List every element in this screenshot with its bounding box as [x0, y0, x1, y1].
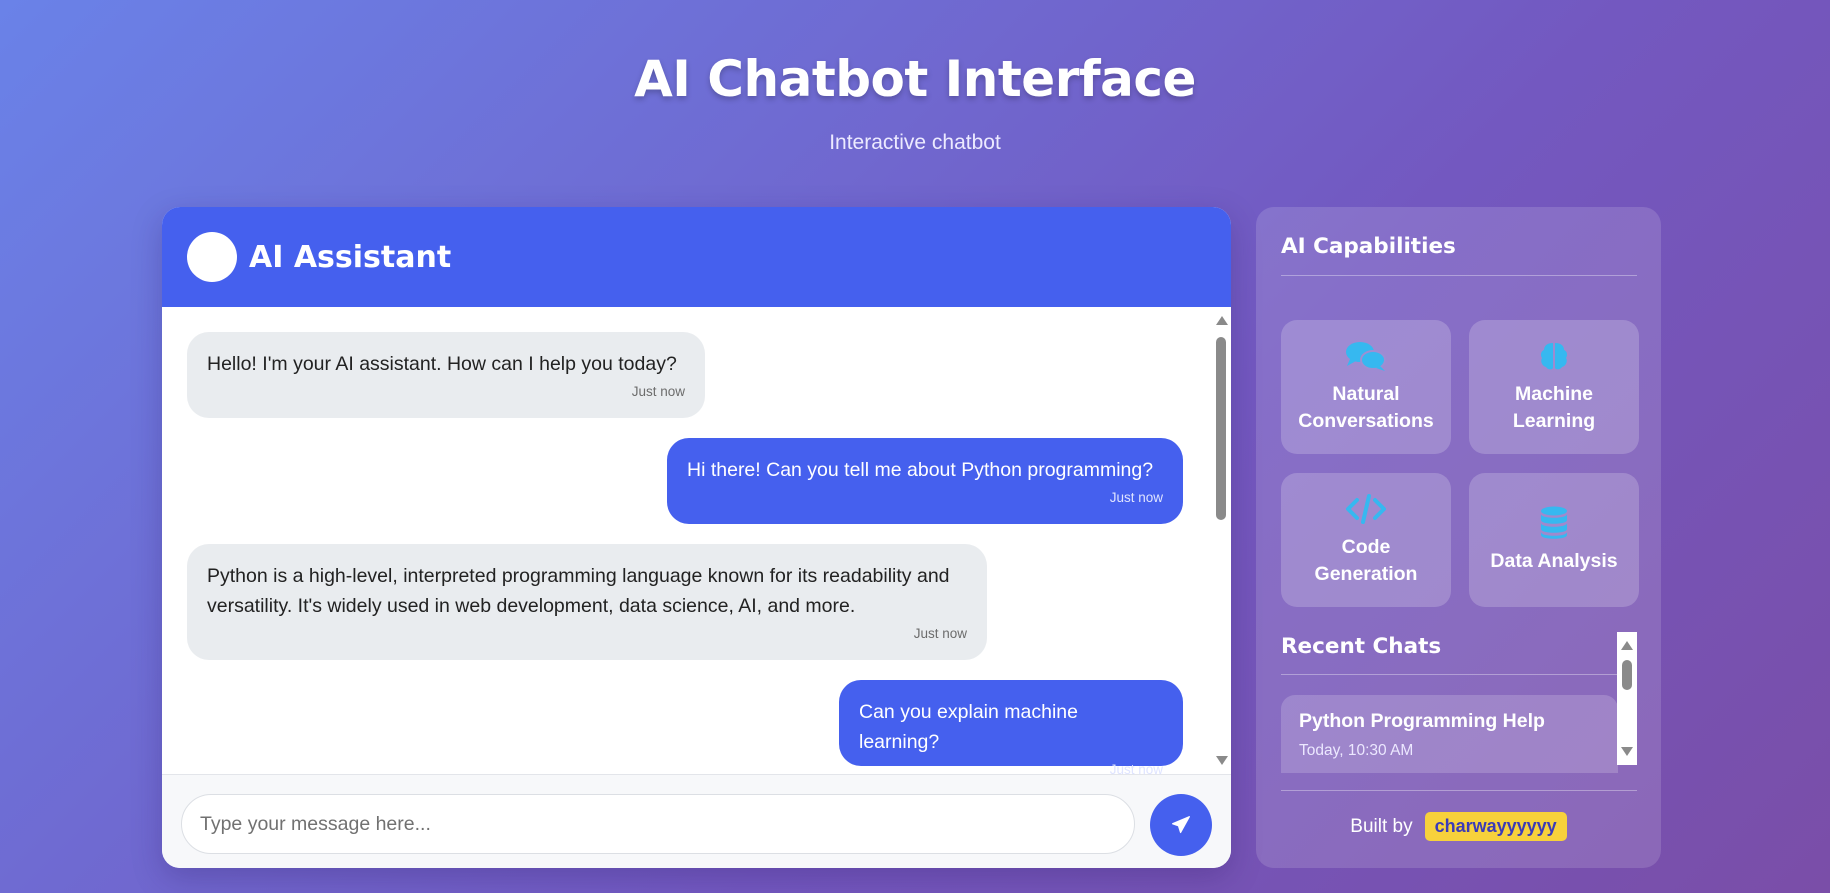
capability-label: Data Analysis	[1490, 549, 1618, 572]
chat-panel: AI Assistant Hello! I'm your AI assistan…	[162, 207, 1231, 868]
brain-icon	[1538, 339, 1570, 373]
built-by: Built by charwayyyyyy	[1256, 812, 1661, 841]
message-time: Just now	[1109, 490, 1163, 505]
recent-chats-list[interactable]: Python Programming Help Today, 10:30 AM	[1281, 695, 1636, 773]
capabilities-title: AI Capabilities	[1281, 234, 1456, 259]
paper-plane-icon	[1172, 816, 1190, 834]
message-text: Hi there! Can you tell me about Python p…	[687, 459, 1154, 481]
capability-code-generation[interactable]: Code Generation	[1281, 473, 1451, 607]
code-icon	[1345, 492, 1387, 526]
recent-chats-scrollbar[interactable]	[1617, 632, 1637, 765]
bot-message: Python is a high-level, interpreted prog…	[187, 544, 987, 660]
user-message: Hi there! Can you tell me about Python p…	[667, 438, 1183, 524]
assistant-name: AI Assistant	[249, 239, 452, 275]
message-scrollbar[interactable]	[1213, 307, 1229, 774]
database-icon	[1540, 506, 1568, 540]
divider	[1281, 275, 1637, 276]
scroll-up-arrow-icon[interactable]	[1216, 316, 1228, 325]
capability-data-analysis[interactable]: Data Analysis	[1469, 473, 1639, 607]
comments-icon	[1345, 339, 1387, 373]
recent-chat-item[interactable]: Python Programming Help Today, 10:30 AM	[1281, 695, 1618, 773]
recent-chat-time: Today, 10:30 AM	[1299, 742, 1414, 759]
capability-natural-conversations[interactable]: Natural Conversations	[1281, 320, 1451, 454]
capability-label: Machine Learning	[1512, 383, 1596, 432]
message-time: Just now	[1109, 762, 1163, 774]
chat-header: AI Assistant	[162, 207, 1231, 307]
user-message: Can you explain machine learning? Just n…	[839, 680, 1183, 774]
assistant-avatar	[187, 232, 237, 282]
page-subtitle: Interactive chatbot	[829, 131, 1001, 154]
scrollbar-thumb[interactable]	[1622, 660, 1632, 690]
message-text: Can you explain machine learning?	[859, 701, 1078, 753]
divider	[1281, 790, 1637, 791]
message-time: Just now	[913, 626, 967, 641]
sidebar: AI Capabilities Natural Conversations Ma…	[1256, 207, 1661, 868]
message-time: Just now	[631, 384, 685, 399]
input-bar	[162, 774, 1231, 868]
scroll-down-arrow-icon[interactable]	[1621, 747, 1633, 756]
capability-label: Code Generation	[1314, 536, 1418, 585]
capability-label: Natural Conversations	[1298, 383, 1434, 432]
capability-machine-learning[interactable]: Machine Learning	[1469, 320, 1639, 454]
bot-message: Hello! I'm your AI assistant. How can I …	[187, 332, 705, 418]
scroll-down-arrow-icon[interactable]	[1216, 756, 1228, 765]
scrollbar-thumb[interactable]	[1216, 337, 1226, 520]
page-title: AI Chatbot Interface	[634, 50, 1196, 108]
message-text: Hello! I'm your AI assistant. How can I …	[207, 353, 677, 375]
built-by-label: Built by	[1350, 815, 1413, 837]
message-input[interactable]	[181, 794, 1135, 854]
message-text: Python is a high-level, interpreted prog…	[207, 565, 950, 617]
recent-chats-title: Recent Chats	[1281, 634, 1442, 659]
recent-chat-title: Python Programming Help	[1299, 710, 1545, 732]
author-badge[interactable]: charwayyyyyy	[1424, 812, 1567, 841]
message-list[interactable]: Hello! I'm your AI assistant. How can I …	[162, 307, 1231, 774]
send-button[interactable]	[1150, 794, 1212, 856]
scroll-up-arrow-icon[interactable]	[1621, 641, 1633, 650]
divider	[1281, 674, 1637, 675]
